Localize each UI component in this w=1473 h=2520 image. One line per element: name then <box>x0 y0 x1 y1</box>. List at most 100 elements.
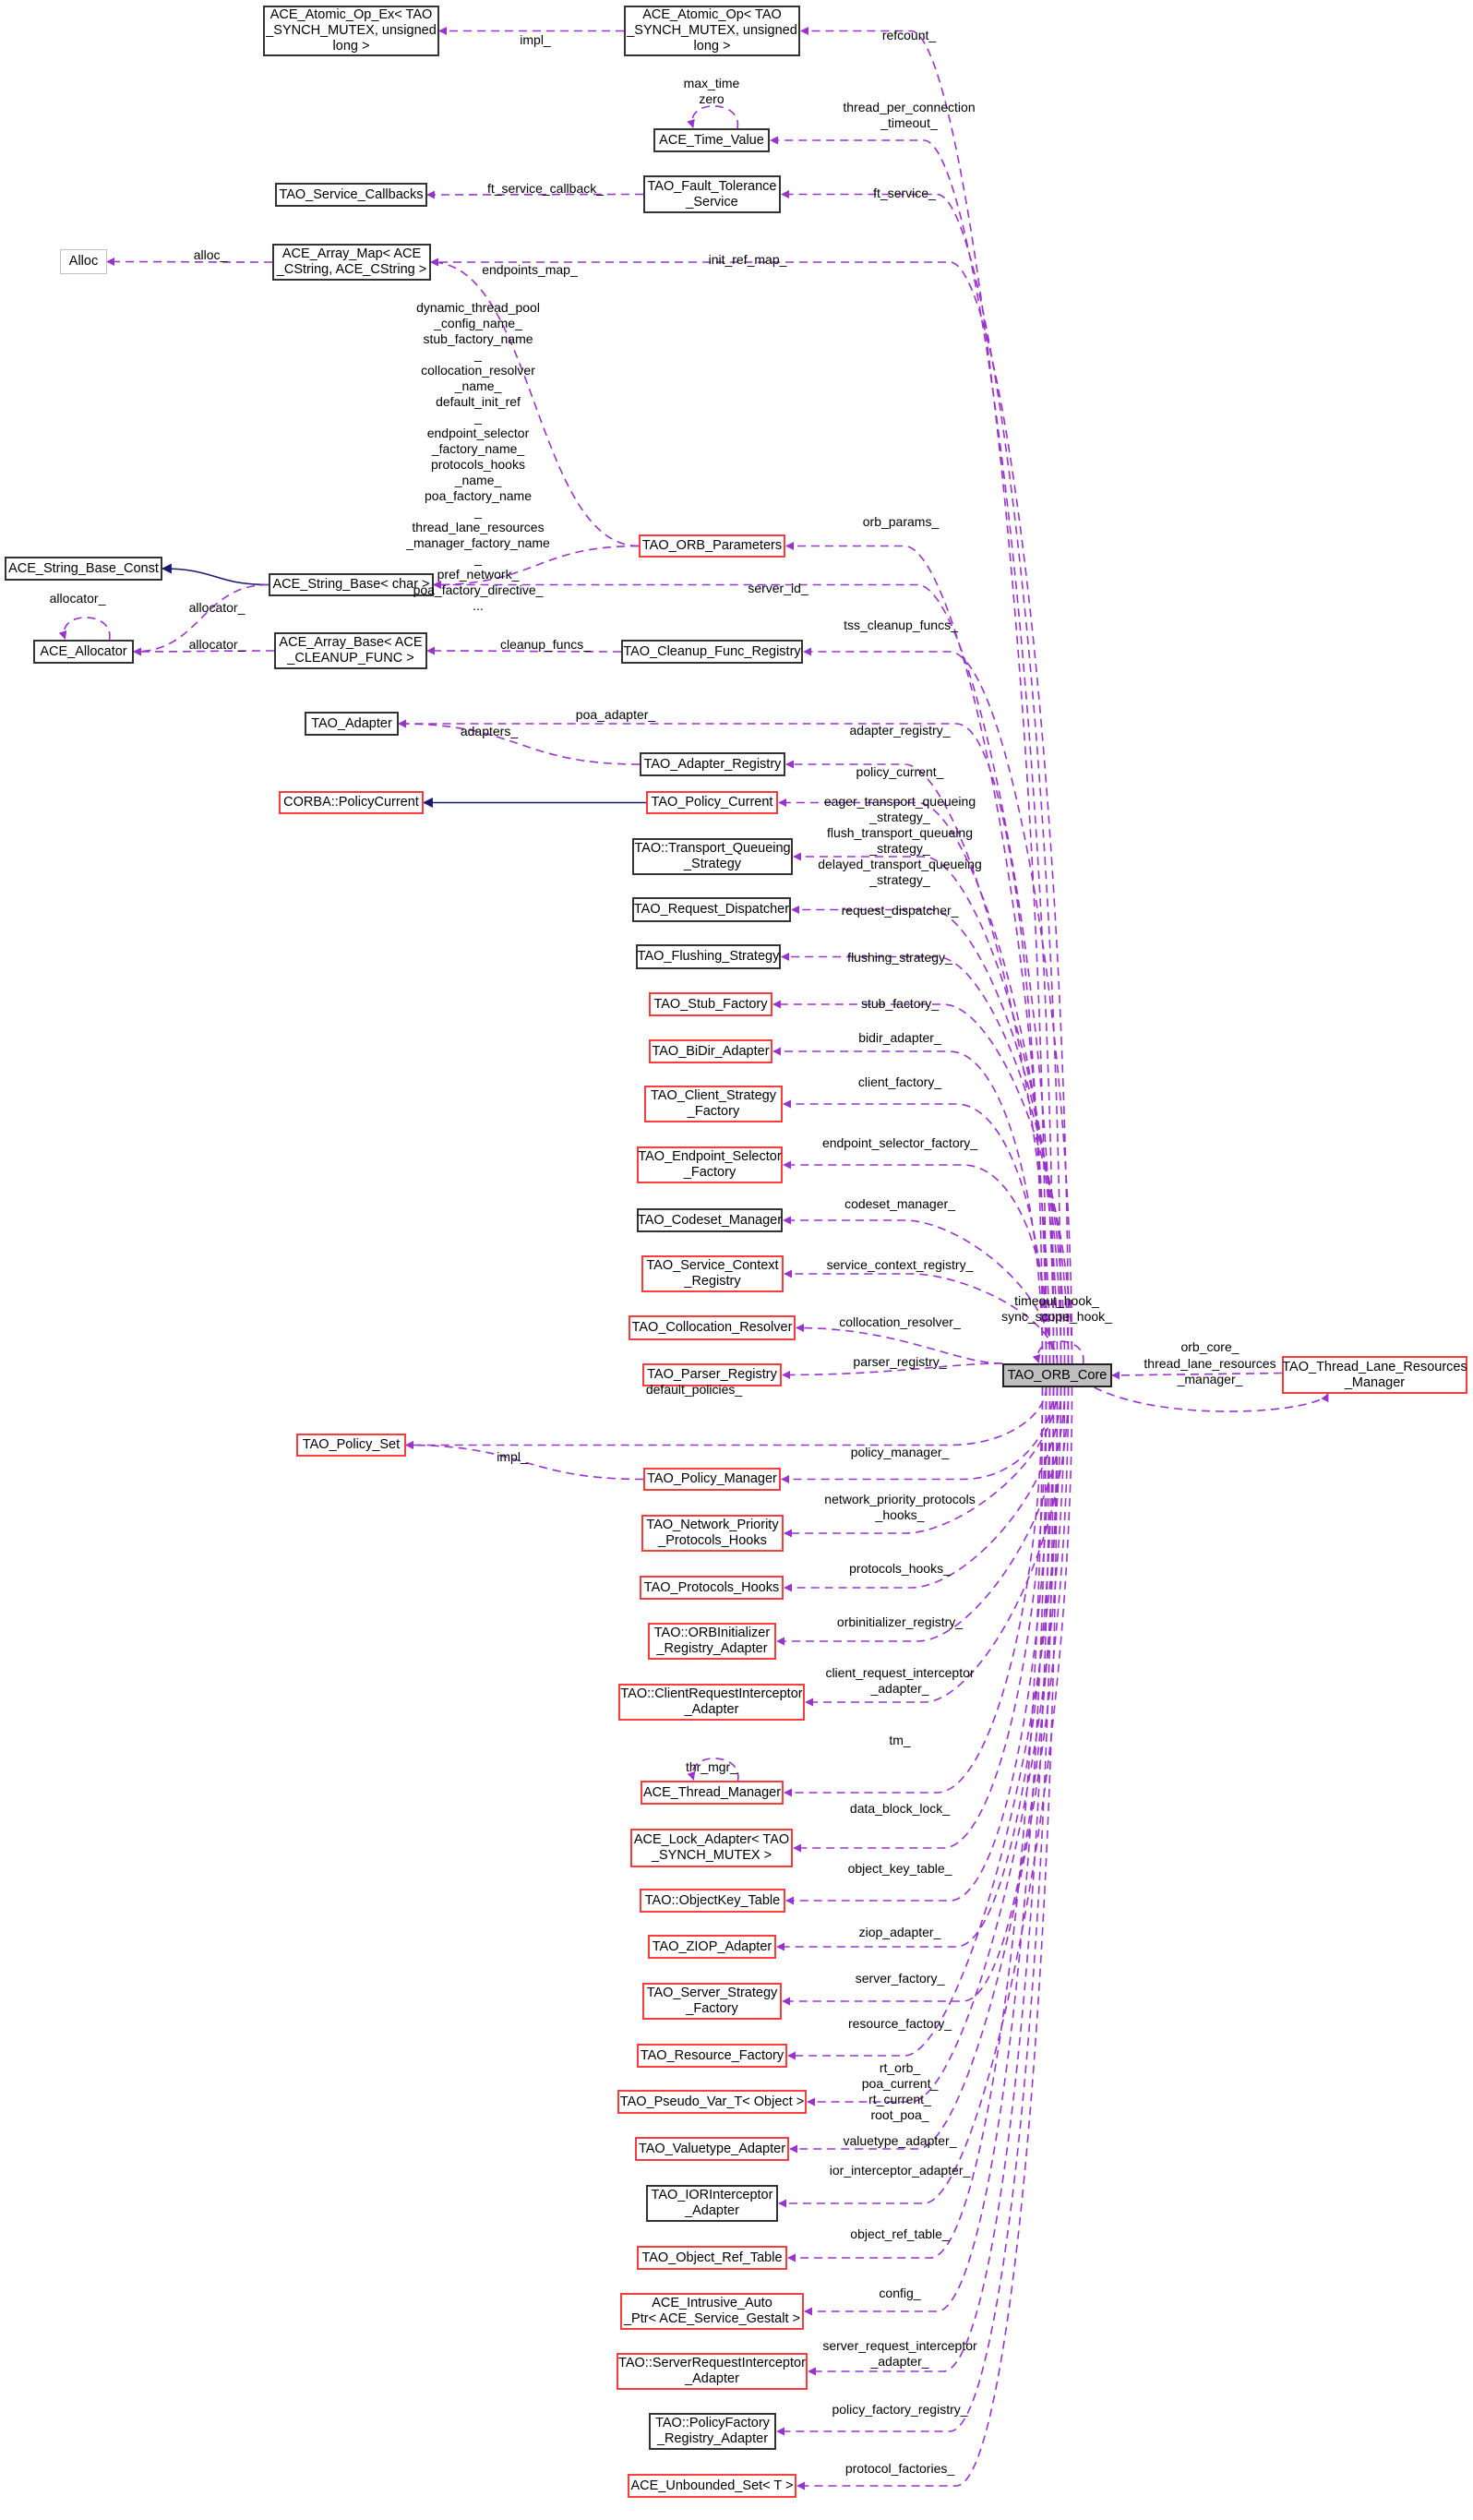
node-cleanup-registry[interactable]: TAO_Cleanup_Func_Registry <box>621 640 803 664</box>
node-corba-policy-current[interactable]: CORBA::PolicyCurrent <box>279 791 424 814</box>
node-transport-queueing[interactable]: TAO::Transport_Queueing _Strategy <box>632 838 793 875</box>
edge-label: max_time zero <box>683 76 740 106</box>
edge-orb-core-to-policy-factory-registry <box>776 1386 1055 2436</box>
edge-orb-core-to-time-value <box>770 136 1055 1364</box>
edge-string-base-to-string-base-const <box>161 563 269 586</box>
edge-label: object_ref_table_ <box>850 2226 950 2241</box>
node-valuetype-adapter[interactable]: TAO_Valuetype_Adapter <box>635 2137 789 2161</box>
edge-label: poa_adapter_ <box>575 707 656 722</box>
edge-label: object_key_table_ <box>847 1861 952 1876</box>
edge-adapter-registry-to-adapter <box>398 719 641 765</box>
edge-label: thread_lane_resources _manager_ <box>1144 1356 1276 1386</box>
node-service-callbacks[interactable]: TAO_Service_Callbacks <box>275 183 427 207</box>
edge-label: adapter_registry_ <box>849 723 951 738</box>
edge-label: thr_mgr_ <box>685 1759 738 1774</box>
edge-label: endpoint_selector_factory_ <box>821 1135 978 1150</box>
node-array-base[interactable]: ACE_Array_Base< ACE _CLEANUP_FUNC > <box>274 632 427 669</box>
node-network-priority[interactable]: TAO_Network_Priority _Protocols_Hooks <box>641 1515 784 1552</box>
node-alloc[interactable]: Alloc <box>60 249 107 274</box>
node-bidir-adapter[interactable]: TAO_BiDir_Adapter <box>649 1039 772 1063</box>
node-lock-adapter[interactable]: ACE_Lock_Adapter< TAO _SYNCH_MUTEX > <box>630 1829 793 1867</box>
node-adapter[interactable]: TAO_Adapter <box>305 712 399 736</box>
node-protocols-hooks[interactable]: TAO_Protocols_Hooks <box>640 1576 784 1600</box>
node-resource-factory[interactable]: TAO_Resource_Factory <box>637 2044 787 2068</box>
node-policy-manager[interactable]: TAO_Policy_Manager <box>643 1468 781 1491</box>
edge-label: refcount_ <box>881 28 937 42</box>
node-fault-tolerance[interactable]: TAO_Fault_Tolerance _Service <box>643 175 781 213</box>
node-atomic-op-ex[interactable]: ACE_Atomic_Op_Ex< TAO _SYNCH_MUTEX, unsi… <box>263 6 439 56</box>
node-string-base-const[interactable]: ACE_String_Base_Const <box>5 557 162 581</box>
node-policy-factory-registry[interactable]: TAO::PolicyFactory _Registry_Adapter <box>649 2413 776 2450</box>
edge-label: ft_service_ <box>873 186 936 200</box>
edge-label: thread_per_connection _timeout_ <box>843 100 976 130</box>
node-endpoint-selector[interactable]: TAO_Endpoint_Selector _Factory <box>637 1146 783 1183</box>
edge-label: collocation_resolver_ <box>839 1314 961 1329</box>
edge-orb-core-to-server-interceptor <box>808 1386 1051 2376</box>
edge-label: network_priority_protocols _hooks_ <box>824 1492 976 1522</box>
edge-label: stub_factory_ <box>860 996 940 1011</box>
edge-label: orb_params_ <box>862 514 940 529</box>
edge-label: endpoints_map_ <box>482 262 578 277</box>
node-server-strategy[interactable]: TAO_Server_Strategy _Factory <box>642 1983 782 2020</box>
edge-label: server_request_interceptor _adapter_ <box>822 2338 977 2369</box>
node-intrusive-auto-ptr[interactable]: ACE_Intrusive_Auto _Ptr< ACE_Service_Ges… <box>620 2293 804 2330</box>
node-time-value[interactable]: ACE_Time_Value <box>653 128 770 152</box>
node-objectkey-table[interactable]: TAO::ObjectKey_Table <box>640 1889 785 1913</box>
edge-label: resource_factory_ <box>847 2016 952 2031</box>
node-codeset-manager[interactable]: TAO_Codeset_Manager <box>637 1208 783 1232</box>
node-allocator[interactable]: ACE_Allocator <box>33 640 134 664</box>
edge-label: parser_registry_ <box>853 1354 947 1369</box>
node-orb-core[interactable]: TAO_ORB_Core <box>1002 1363 1112 1387</box>
edge-orb-core-to-protocols-hooks <box>784 1386 1062 1592</box>
edge-label: allocator_ <box>188 600 246 615</box>
edge-label: alloc_ <box>193 247 228 262</box>
node-policy-current[interactable]: TAO_Policy_Current <box>646 791 778 814</box>
node-ziop-adapter[interactable]: TAO_ZIOP_Adapter <box>648 1935 776 1959</box>
edge-label: init_ref_map_ <box>708 252 787 267</box>
node-request-dispatcher[interactable]: TAO_Request_Dispatcher <box>632 897 791 922</box>
edge-label: server_id_ <box>748 581 808 595</box>
edge-label: client_factory_ <box>857 1074 942 1089</box>
edge-label: service_context_registry_ <box>826 1257 974 1272</box>
node-stub-factory[interactable]: TAO_Stub_Factory <box>649 992 772 1016</box>
node-array-map[interactable]: ACE_Array_Map< ACE _CString, ACE_CString… <box>272 244 431 281</box>
node-policy-set[interactable]: TAO_Policy_Set <box>296 1434 406 1457</box>
edge-label: policy_factory_registry_ <box>832 2402 968 2417</box>
edge-label: ft_service_callback_ <box>486 181 605 196</box>
node-service-context[interactable]: TAO_Service_Context _Registry <box>641 1255 784 1292</box>
node-collocation-resolver[interactable]: TAO_Collocation_Resolver <box>629 1315 796 1340</box>
edge-label: policy_current_ <box>856 764 944 779</box>
node-adapter-registry[interactable]: TAO_Adapter_Registry <box>640 752 785 776</box>
edge-label: server_factory_ <box>855 1971 945 1986</box>
edge-label: dynamic_thread_pool _config_name_ stub_f… <box>406 300 550 613</box>
node-ior-interceptor[interactable]: TAO_IORInterceptor _Adapter <box>646 2185 778 2222</box>
edge-label: orb_core_ <box>1180 1339 1239 1354</box>
node-atomic-op[interactable]: ACE_Atomic_Op< TAO _SYNCH_MUTEX, unsigne… <box>624 6 800 56</box>
edge-orb-core-to-policy-manager <box>781 1386 1055 1483</box>
edge-label: bidir_adapter_ <box>858 1030 941 1045</box>
node-client-interceptor[interactable]: TAO::ClientRequestInterceptor _Adapter <box>618 1684 805 1721</box>
node-flushing-strategy[interactable]: TAO_Flushing_Strategy <box>636 944 781 969</box>
node-thread-lane[interactable]: TAO_Thread_Lane_Resources _Manager <box>1282 1356 1467 1394</box>
edge-orb-core-to-client-interceptor <box>805 1386 1070 1707</box>
edge-label: orbinitializer_registry_ <box>836 1614 964 1629</box>
node-server-interceptor[interactable]: TAO::ServerRequestInterceptor _Adapter <box>617 2353 808 2390</box>
node-pseudo-var[interactable]: TAO_Pseudo_Var_T< Object > <box>617 2090 807 2114</box>
edge-orb-core-to-codeset-manager <box>783 1216 1055 1364</box>
node-unbounded-set[interactable]: ACE_Unbounded_Set< T > <box>628 2474 796 2498</box>
edge-array-map-to-alloc <box>106 258 273 267</box>
edge-label: data_block_lock_ <box>849 1801 951 1816</box>
edge-label: valuetype_adapter_ <box>843 2133 957 2148</box>
edge-label: protocols_hooks_ <box>849 1561 951 1576</box>
node-orb-parameters[interactable]: TAO_ORB_Parameters <box>639 534 785 558</box>
node-thread-manager[interactable]: ACE_Thread_Manager <box>641 1781 784 1805</box>
edge-label: request_dispatcher_ <box>841 903 959 918</box>
edge-orb-core-to-string-base <box>433 581 1055 1364</box>
node-client-strategy[interactable]: TAO_Client_Strategy _Factory <box>644 1086 783 1122</box>
edge-orb-core-to-objectkey-table <box>785 1386 1051 1905</box>
edge-label: impl_ <box>497 1449 528 1464</box>
node-object-ref-table[interactable]: TAO_Object_Ref_Table <box>637 2246 787 2270</box>
edge-label: allocator_ <box>188 637 246 652</box>
edge-label: adapters_ <box>460 724 519 738</box>
node-orbinitializer[interactable]: TAO::ORBInitializer _Registry_Adapter <box>648 1623 776 1660</box>
